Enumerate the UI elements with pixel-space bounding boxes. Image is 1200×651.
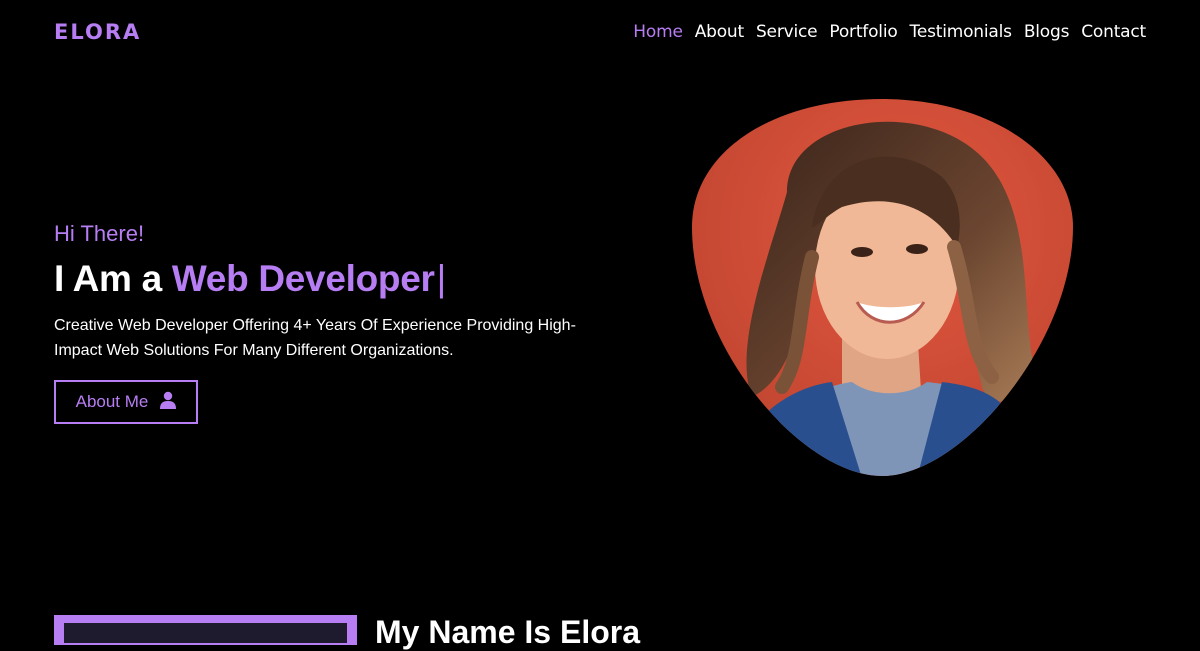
hero-description: Creative Web Developer Offering 4+ Years… xyxy=(54,317,576,359)
headline-role: Web Developer xyxy=(171,258,435,299)
hero-greeting: Hi There! xyxy=(54,221,145,246)
nav-blogs[interactable]: Blogs xyxy=(1024,22,1070,42)
about-image-frame xyxy=(54,615,357,645)
logo[interactable]: ELORA xyxy=(54,20,141,44)
hero-headline: I Am a Web Developer| xyxy=(54,258,446,300)
nav-about[interactable]: About xyxy=(695,22,744,42)
nav-portfolio[interactable]: Portfolio xyxy=(829,22,897,42)
main-nav: Home About Service Portfolio Testimonial… xyxy=(633,22,1146,42)
typing-cursor: | xyxy=(436,258,447,299)
about-me-button[interactable]: About Me xyxy=(54,380,198,424)
nav-home[interactable]: Home xyxy=(633,22,683,42)
nav-service[interactable]: Service xyxy=(756,22,818,42)
about-title: My Name Is Elora xyxy=(375,614,640,650)
about-me-label: About Me xyxy=(75,392,149,411)
headline-prefix: I Am a xyxy=(54,258,172,299)
nav-contact[interactable]: Contact xyxy=(1081,22,1146,42)
nav-testimonials[interactable]: Testimonials xyxy=(910,22,1012,42)
hero-portrait xyxy=(692,97,1073,478)
user-icon xyxy=(160,391,177,414)
